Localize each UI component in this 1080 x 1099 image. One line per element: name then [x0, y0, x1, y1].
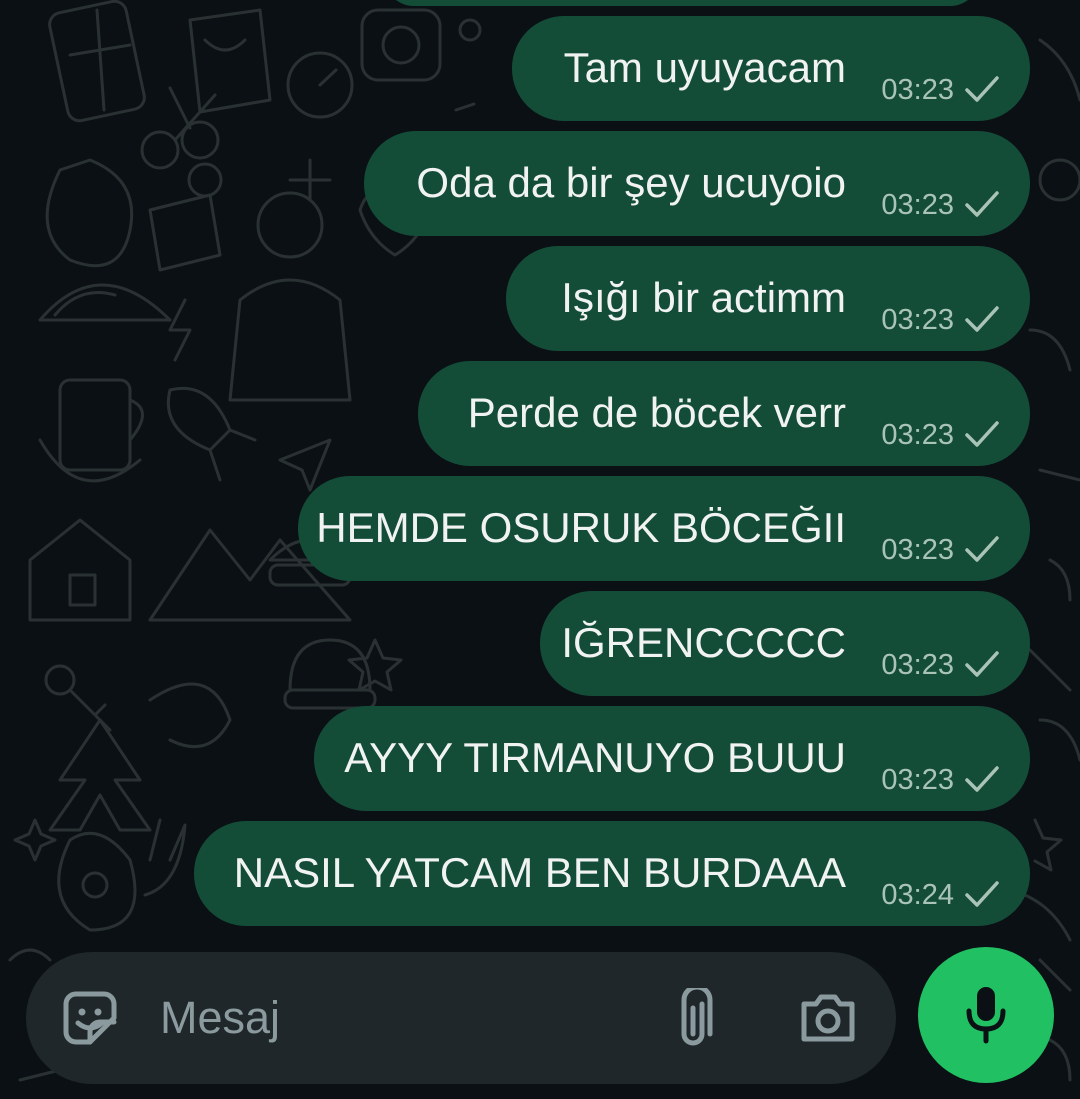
message-input[interactable]: Mesaj	[160, 992, 280, 1044]
sent-tick-icon	[965, 881, 999, 907]
message-bubble[interactable]: AYYY TIRMANUYO BUUU 03:23	[314, 706, 1030, 811]
message-text: NASIL YATCAM BEN BURDAAA	[233, 849, 846, 896]
microphone-icon	[966, 987, 1006, 1044]
message-text: Perde de böcek verr	[467, 389, 846, 436]
sent-tick-icon	[965, 536, 999, 562]
message-time: 03:23	[881, 534, 954, 566]
paperclip-icon[interactable]	[670, 988, 716, 1050]
previous-message-bubble[interactable]	[384, 0, 980, 6]
sent-tick-icon	[965, 766, 999, 792]
message-text: HEMDE OSURUK BÖCEĞII	[316, 504, 846, 551]
camera-icon[interactable]	[798, 992, 858, 1044]
message-text: Tam uyuyacam	[563, 44, 846, 91]
message-bubble[interactable]: Perde de böcek verr 03:23	[418, 361, 1030, 466]
sent-tick-icon	[965, 421, 999, 447]
message-time: 03:23	[881, 304, 954, 336]
message-time: 03:23	[881, 649, 954, 681]
message-bubble[interactable]: HEMDE OSURUK BÖCEĞII 03:23	[298, 476, 1030, 581]
sticker-icon[interactable]	[62, 990, 118, 1046]
sent-tick-icon	[965, 306, 999, 332]
message-time: 03:23	[881, 189, 954, 221]
sent-tick-icon	[965, 191, 999, 217]
chat-background: Tam uyuyacam 03:23 Oda da bir şey ucuyoio 0…	[0, 0, 1080, 1099]
message-bubble[interactable]: Tam uyuyacam 03:23	[512, 16, 1030, 121]
message-composer[interactable]: Mesaj	[26, 952, 896, 1084]
message-bubble[interactable]: NASIL YATCAM BEN BURDAAA 03:24	[194, 821, 1030, 926]
message-text: Oda da bir şey ucuyoio	[416, 159, 846, 206]
message-time: 03:23	[881, 419, 954, 451]
message-bubble[interactable]: Oda da bir şey ucuyoio 03:23	[364, 131, 1030, 236]
message-time: 03:23	[881, 764, 954, 796]
message-text: Işığı bir actimm	[561, 274, 846, 321]
message-bubble[interactable]: Işığı bir actimm 03:23	[506, 246, 1030, 351]
message-bubble[interactable]: IĞRENCCCCC 03:23	[540, 591, 1030, 696]
message-time: 03:24	[881, 879, 954, 911]
message-text: IĞRENCCCCC	[561, 619, 846, 666]
sent-tick-icon	[965, 651, 999, 677]
sent-tick-icon	[965, 76, 999, 102]
message-time: 03:23	[881, 74, 954, 106]
voice-message-button[interactable]	[918, 947, 1054, 1083]
message-text: AYYY TIRMANUYO BUUU	[344, 734, 846, 781]
